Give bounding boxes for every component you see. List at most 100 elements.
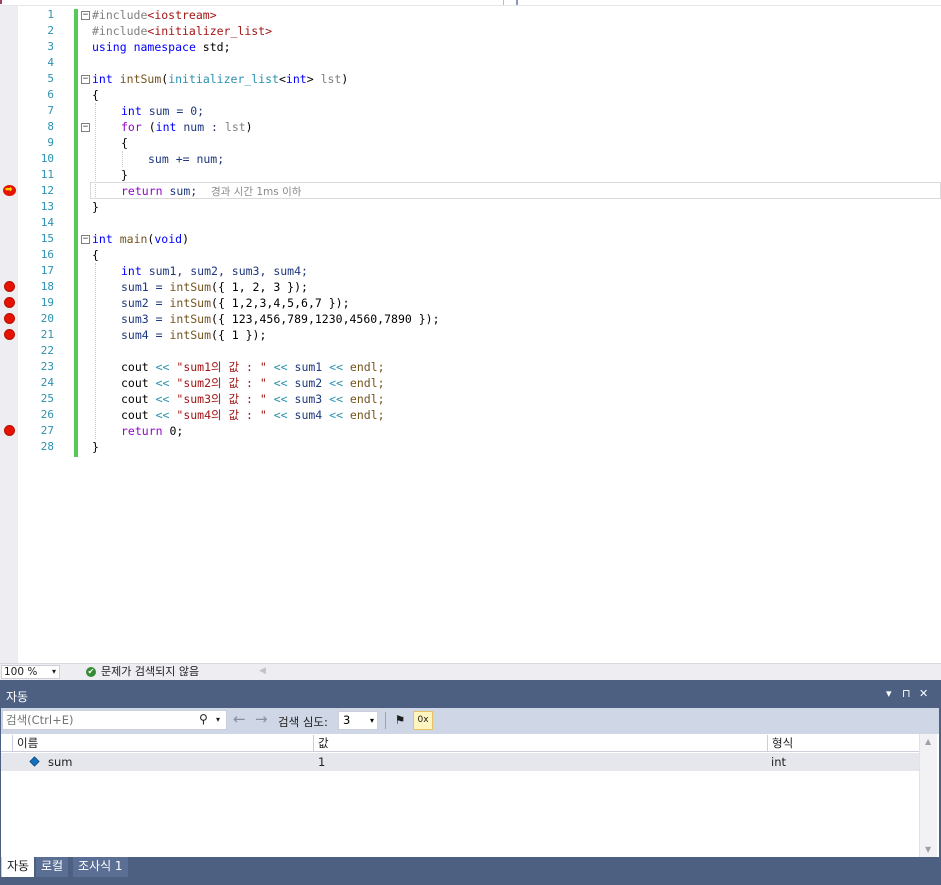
forward-arrow-icon[interactable]: →	[255, 710, 268, 728]
code-line[interactable]: cout << "sum1의 값 : " << sum1 << endl;	[121, 359, 385, 375]
code-line[interactable]: for (int num : lst)	[121, 119, 253, 135]
chevron-down-icon[interactable]: ▾	[216, 715, 220, 724]
code-line[interactable]: sum2 = intSum({ 1,2,3,4,5,6,7 });	[121, 295, 350, 311]
autos-panel: ⚲ ▾ ← → 검색 심도: 3 ▾ ⚑ 0x 이름 값 형식	[1, 708, 939, 857]
code-line[interactable]: int intSum(initializer_list<int> lst)	[92, 71, 348, 87]
back-arrow-icon[interactable]: ←	[233, 710, 246, 728]
code-line[interactable]: #include<initializer_list>	[92, 23, 272, 39]
tab-locals[interactable]: 로컬	[36, 857, 69, 877]
scroll-up-icon[interactable]: ▲	[925, 737, 931, 746]
tool-window-title: 자동	[6, 690, 29, 704]
code-line[interactable]: #include<iostream>	[92, 7, 217, 23]
code-line[interactable]: sum1 = intSum({ 1, 2, 3 });	[121, 279, 308, 295]
fold-toggle-icon[interactable]: −	[81, 11, 90, 20]
hex-display-icon[interactable]: 0x	[413, 711, 433, 730]
code-line[interactable]: }	[92, 439, 99, 455]
fold-toggle-icon[interactable]: −	[81, 75, 90, 84]
token: (	[141, 120, 156, 134]
token: int	[155, 120, 177, 134]
code-line[interactable]: {	[121, 135, 128, 151]
code-line[interactable]: return sum; 경과 시간 1ms 이하	[121, 183, 301, 199]
token: endl;	[343, 392, 385, 406]
token: int	[121, 104, 142, 118]
search-depth-label: 검색 심도:	[278, 715, 328, 729]
autos-grid: 이름 값 형식 sum 1 int ▲ ▼	[1, 734, 939, 857]
token: main	[119, 232, 148, 246]
token: using	[92, 40, 127, 54]
code-line[interactable]: int sum1, sum2, sum3, sum4;	[121, 263, 308, 279]
token: void	[154, 232, 183, 246]
line-number: 16	[40, 248, 54, 261]
token: cout	[121, 376, 156, 390]
token: cout	[121, 392, 156, 406]
code-line[interactable]: sum4 = intSum({ 1 });	[121, 327, 266, 343]
line-number: 15	[40, 232, 54, 245]
line-number: 11	[40, 168, 54, 181]
table-row[interactable]: sum 1 int	[1, 753, 919, 771]
toolbar-separator	[385, 712, 386, 729]
zoom-dropdown[interactable]: 100 % ▾	[1, 665, 60, 679]
token: endl;	[343, 408, 385, 422]
code-line[interactable]: cout << "sum3의 값 : " << sum3 << endl;	[121, 391, 385, 407]
search-box[interactable]: ⚲ ▾	[2, 710, 227, 730]
token: lst	[320, 72, 342, 86]
search-depth-dropdown[interactable]: 3 ▾	[338, 711, 378, 730]
filter-icon[interactable]: ⚑	[391, 711, 409, 729]
token: )	[182, 232, 189, 246]
line-number: 3	[47, 40, 54, 53]
variable-value[interactable]: 1	[318, 753, 325, 771]
code-line[interactable]: {	[92, 87, 99, 103]
line-number: 19	[40, 296, 54, 309]
code-line[interactable]: {	[92, 247, 99, 263]
column-header-value[interactable]: 값	[313, 735, 767, 752]
column-header-name[interactable]: 이름	[12, 735, 313, 752]
token: sum4	[287, 408, 330, 422]
scroll-left-icon[interactable]: ◀	[259, 664, 266, 679]
line-numbers: 1 2 3 4 5 6 7 8 9 10 11 12 13 14 15 16 1…	[18, 6, 58, 663]
fold-toggle-icon[interactable]: −	[81, 235, 90, 244]
vertical-scrollbar[interactable]: ▲ ▼	[919, 734, 937, 857]
fold-toggle-icon[interactable]: −	[81, 123, 90, 132]
token: intSum	[169, 296, 212, 310]
code-line[interactable]: sum += num;	[148, 151, 224, 167]
token: std;	[195, 40, 231, 54]
token: intSum	[169, 280, 212, 294]
token: <<	[273, 392, 288, 406]
token: return	[121, 184, 163, 198]
tab-watch-1[interactable]: 조사식 1	[73, 857, 128, 877]
pin-icon[interactable]: ⊓	[902, 687, 911, 700]
line-number: 26	[40, 408, 54, 421]
line-number: 28	[40, 440, 54, 453]
token: sum4 =	[121, 328, 170, 342]
search-depth-value: 3	[343, 713, 351, 727]
tab-autos[interactable]: 자동	[1, 857, 35, 877]
search-icon[interactable]: ⚲	[199, 712, 208, 726]
check-circle-icon[interactable]: ✔	[86, 667, 96, 677]
search-input[interactable]	[6, 712, 196, 728]
code-line[interactable]: int main(void)	[92, 231, 189, 247]
code-line[interactable]: }	[92, 199, 99, 215]
code-editor[interactable]: ➡ 1 2 3 4 5 6 7 8 9 10 11 12 13 14 15 16…	[0, 6, 941, 663]
code-line[interactable]: int sum = 0;	[121, 103, 204, 119]
code-line[interactable]: return 0;	[121, 423, 183, 439]
column-header-type[interactable]: 형식	[767, 735, 919, 752]
indent-guide	[95, 263, 96, 439]
token: sum3 =	[121, 312, 170, 326]
code-line[interactable]: sum3 = intSum({ 123,456,789,1230,4560,78…	[121, 311, 440, 327]
editor-status-bar: 100 % ▾ ✔ 문제가 검색되지 않음 ◀	[0, 663, 941, 680]
perf-tip[interactable]: 경과 시간 1ms 이하	[211, 186, 301, 198]
code-line[interactable]: }	[121, 167, 128, 183]
token: <<	[329, 392, 343, 406]
code-line[interactable]: using namespace std;	[92, 39, 231, 55]
change-tracking-bar	[74, 9, 78, 457]
scroll-down-icon[interactable]: ▼	[925, 845, 931, 854]
close-icon[interactable]: ✕	[919, 687, 928, 700]
window-position-icon[interactable]: ▾	[886, 687, 892, 700]
line-number: 2	[47, 24, 54, 37]
code-line[interactable]: cout << "sum4의 값 : " << sum4 << endl;	[121, 407, 385, 423]
token: <initializer_list>	[147, 24, 273, 38]
token: int	[92, 232, 113, 246]
tool-window-title-bar[interactable]: 자동 ▾ ⊓ ✕	[0, 680, 941, 708]
code-line[interactable]: cout << "sum2의 값 : " << sum2 << endl;	[121, 375, 385, 391]
issues-status-text[interactable]: 문제가 검색되지 않음	[101, 664, 199, 679]
